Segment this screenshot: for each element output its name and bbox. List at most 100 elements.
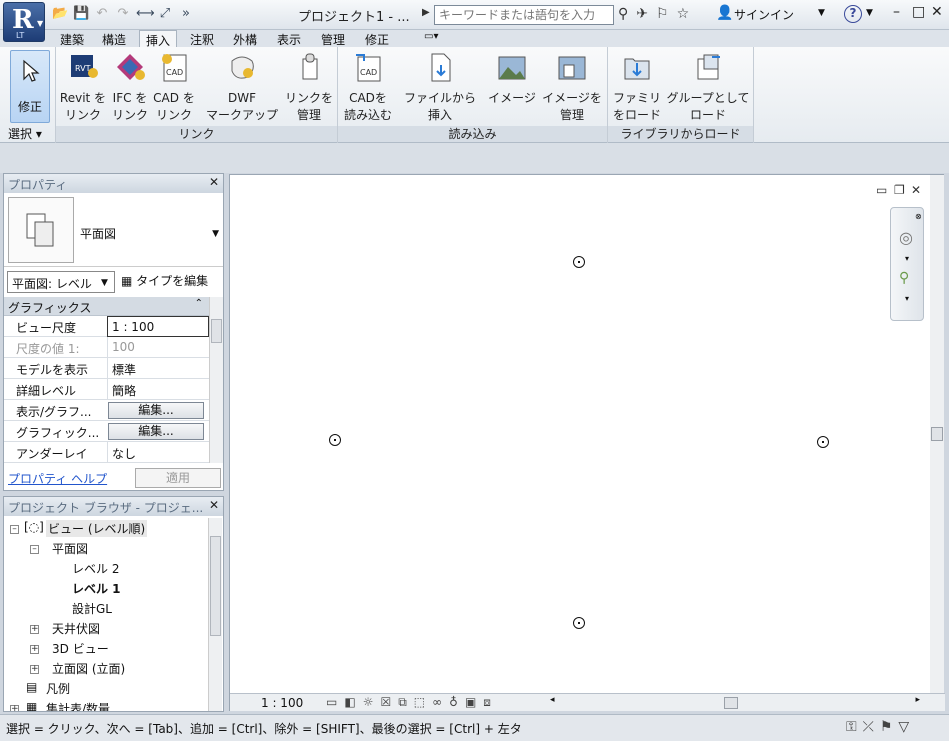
zoom-icon[interactable]: ⚲ bbox=[899, 270, 909, 286]
redo-icon[interactable]: ↷ bbox=[115, 6, 131, 22]
horizontal-scrollbar[interactable]: ◂ ▸ bbox=[550, 695, 920, 710]
steering-wheel-icon[interactable]: ◎ bbox=[899, 228, 913, 247]
tree-item-level-2[interactable]: レベル 2 bbox=[72, 560, 119, 577]
type-selector[interactable]: 平面図 ▼ bbox=[4, 193, 223, 267]
filter-icon[interactable]: ▽ bbox=[898, 719, 909, 735]
tree-item-3d-views[interactable]: 3D ビュー bbox=[52, 640, 109, 657]
expand-icon[interactable]: + bbox=[30, 625, 39, 634]
view-scale[interactable]: 1 : 100 bbox=[261, 696, 303, 710]
tab-modify[interactable]: 修正 bbox=[359, 30, 395, 47]
more-icon[interactable]: » bbox=[178, 6, 194, 22]
load-family-button[interactable]: ファミリ をロード bbox=[610, 51, 664, 124]
scrollbar-thumb[interactable] bbox=[210, 536, 221, 636]
elevation-marker-west[interactable] bbox=[329, 434, 341, 446]
select-links-icon[interactable]: ⚿ bbox=[846, 719, 857, 735]
import-cad-button[interactable]: CAD CADを 読み込む bbox=[342, 51, 394, 124]
edit-type-button[interactable]: ▦ タイプを編集 bbox=[121, 272, 208, 289]
browser-scrollbar[interactable] bbox=[208, 518, 222, 711]
load-as-group-button[interactable]: グループとして ロード bbox=[664, 51, 752, 124]
collapse-icon[interactable]: ⌃ bbox=[195, 298, 203, 309]
tree-item-floor-plans[interactable]: 平面図 bbox=[52, 540, 88, 557]
crop-view-icon[interactable]: ⧉ bbox=[398, 695, 407, 710]
scroll-left-icon[interactable]: ◂ bbox=[550, 695, 555, 705]
detail-level-icon[interactable]: ▭ bbox=[326, 695, 337, 710]
exchange-icon[interactable]: ⚐ bbox=[656, 6, 669, 22]
application-menu-button[interactable]: R LT ▼ bbox=[3, 2, 45, 42]
ribbon-toggle-icon[interactable]: ▭▾ bbox=[418, 30, 444, 47]
maximize-icon[interactable]: □ bbox=[912, 4, 925, 20]
apply-button[interactable]: 適用 bbox=[135, 468, 221, 488]
close-icon[interactable]: ⊗ bbox=[915, 212, 922, 221]
open-folder-icon[interactable]: 📂 bbox=[52, 6, 68, 22]
drawing-area[interactable]: ▭ ❐ ✕ ◎ ▾ ⚲ ▾ ⊗ 1 : 100 ▭ ◧ ☼ ☒ ⧉ ⬚ ∞ ♁ … bbox=[229, 174, 945, 711]
save-icon[interactable]: 💾 bbox=[73, 6, 89, 22]
tree-item-ceiling-plans[interactable]: 天井伏図 bbox=[52, 620, 100, 637]
tab-insert[interactable]: 挿入 bbox=[139, 30, 178, 48]
help-icon[interactable]: ? bbox=[844, 5, 862, 23]
chevron-down-icon[interactable]: ▼ bbox=[866, 8, 873, 18]
satellite-icon[interactable]: ✈ bbox=[636, 6, 648, 22]
close-icon[interactable]: ✕ bbox=[209, 498, 219, 512]
modify-button[interactable]: 修正 bbox=[10, 50, 50, 123]
link-cad-button[interactable]: CAD CAD を リンク bbox=[152, 51, 196, 124]
expand-icon[interactable]: + bbox=[30, 665, 39, 674]
chevron-down-icon[interactable]: ▼ bbox=[101, 278, 108, 288]
signin-button[interactable]: サインイン bbox=[734, 6, 794, 23]
chevron-down-icon[interactable]: ▾ bbox=[905, 254, 909, 263]
tab-view[interactable]: 表示 bbox=[271, 30, 307, 47]
collapse-icon[interactable]: – bbox=[10, 525, 19, 534]
edit-visibility-button[interactable]: 編集... bbox=[108, 402, 204, 419]
close-icon[interactable]: ✕ bbox=[931, 4, 943, 20]
property-value[interactable]: 標準 bbox=[107, 358, 209, 379]
show-crop-icon[interactable]: ⬚ bbox=[414, 695, 425, 710]
insert-from-file-button[interactable]: ファイルから 挿入 bbox=[402, 51, 478, 124]
manage-links-button[interactable]: リンクを 管理 bbox=[282, 51, 336, 124]
tree-item-level-1[interactable]: レベル 1 bbox=[72, 580, 121, 597]
minimize-view-icon[interactable]: ▭ bbox=[876, 183, 887, 197]
elevation-marker-north[interactable] bbox=[573, 256, 585, 268]
minimize-icon[interactable]: – bbox=[893, 4, 900, 20]
dimension-icon[interactable]: ⤢ bbox=[157, 6, 173, 22]
view-scale-field[interactable]: 1 : 100 bbox=[107, 316, 209, 337]
visual-style-icon[interactable]: ◧ bbox=[344, 695, 355, 710]
chevron-down-icon[interactable]: ▼ bbox=[818, 8, 825, 18]
link-revit-button[interactable]: RVT Revit を リンク bbox=[58, 51, 108, 124]
select-pinned-icon[interactable]: ⚑ bbox=[880, 719, 893, 735]
shadows-icon[interactable]: ☒ bbox=[380, 695, 391, 710]
expand-icon[interactable]: + bbox=[30, 645, 39, 654]
properties-help-link[interactable]: プロパティ ヘルプ bbox=[8, 470, 107, 487]
elevation-marker-south[interactable] bbox=[573, 617, 585, 629]
image-button[interactable]: イメージ bbox=[484, 51, 540, 107]
tree-item-elevations[interactable]: 立面図 (立面) bbox=[52, 660, 125, 677]
chevron-down-icon[interactable]: ▼ bbox=[212, 229, 219, 239]
properties-scrollbar[interactable] bbox=[209, 297, 223, 463]
property-value[interactable]: なし bbox=[107, 442, 209, 463]
close-view-icon[interactable]: ✕ bbox=[911, 183, 921, 197]
select-panel-label[interactable]: 選択 ▾ bbox=[8, 125, 42, 142]
binoculars-icon[interactable]: ⚲ bbox=[618, 6, 628, 22]
tree-item-views[interactable]: ビュー (レベル順) bbox=[46, 520, 148, 537]
graphics-group-header[interactable]: グラフィックス ⌃ bbox=[4, 297, 209, 316]
tab-manage[interactable]: 管理 bbox=[315, 30, 351, 47]
elevation-marker-east[interactable] bbox=[817, 436, 829, 448]
tab-site[interactable]: 外構 bbox=[227, 30, 263, 47]
chevron-down-icon[interactable]: ▾ bbox=[905, 294, 909, 303]
edit-graphics-button[interactable]: 編集... bbox=[108, 423, 204, 440]
tab-structure[interactable]: 構造 bbox=[96, 30, 132, 47]
link-ifc-button[interactable]: IFC を リンク bbox=[108, 51, 152, 124]
scrollbar-thumb[interactable] bbox=[211, 319, 222, 343]
reveal-hidden-icon[interactable]: ♁ bbox=[449, 695, 458, 710]
tab-annotate[interactable]: 注釈 bbox=[184, 30, 220, 47]
expand-arrow-icon[interactable]: ▶ bbox=[422, 7, 430, 18]
tree-item-design-gl[interactable]: 設計GL bbox=[72, 600, 112, 617]
scrollbar-thumb[interactable] bbox=[931, 427, 943, 441]
undo-icon[interactable]: ↶ bbox=[94, 6, 110, 22]
constraints-icon[interactable]: ⧈ bbox=[483, 695, 491, 710]
vertical-scrollbar[interactable] bbox=[930, 175, 944, 693]
sun-path-icon[interactable]: ☼ bbox=[363, 695, 374, 710]
tab-architecture[interactable]: 建築 bbox=[54, 30, 90, 47]
manage-images-button[interactable]: イメージを 管理 bbox=[540, 51, 604, 124]
search-input[interactable] bbox=[434, 5, 614, 25]
tree-item-legends[interactable]: 凡例 bbox=[46, 680, 70, 697]
measure-icon[interactable]: ⟷ bbox=[136, 6, 155, 22]
